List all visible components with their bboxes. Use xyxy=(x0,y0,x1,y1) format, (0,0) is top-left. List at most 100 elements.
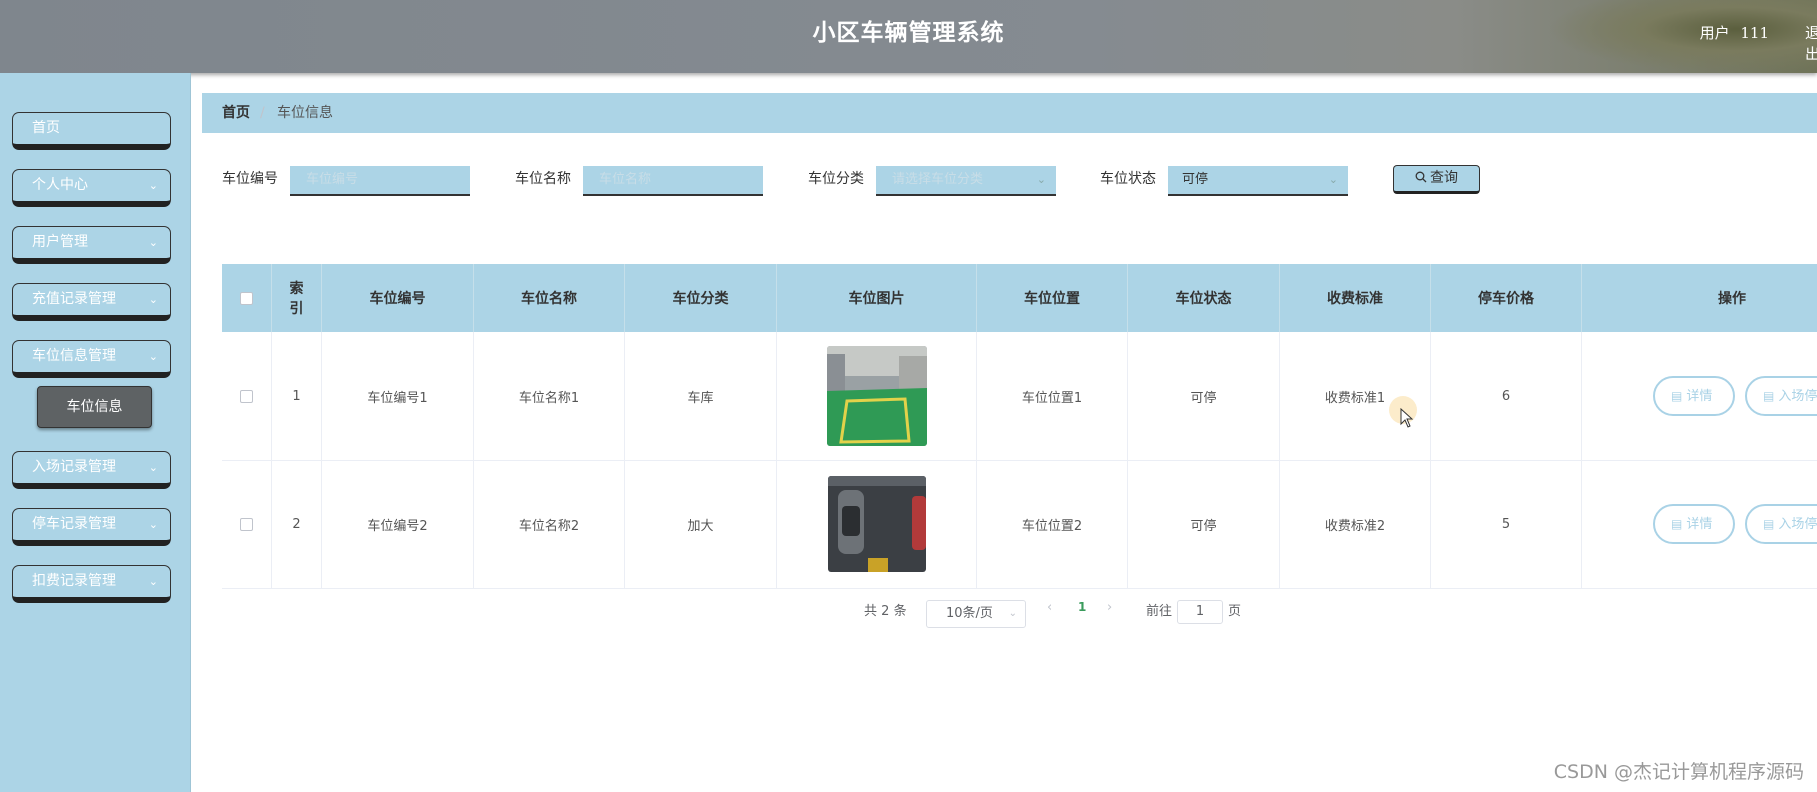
sidebar-item-entry-records[interactable]: 入场记录管理 ⌄ xyxy=(12,451,171,489)
detail-button[interactable]: ▤ 详情 xyxy=(1653,376,1735,416)
document-icon: ▤ xyxy=(1671,389,1683,403)
enter-parking-button-label: 入场停车 xyxy=(1778,389,1817,404)
col-code: 车位编号 xyxy=(322,264,474,332)
row-checkbox[interactable] xyxy=(240,389,253,403)
space-code-label: 车位编号 xyxy=(222,171,278,187)
col-status: 车位状态 xyxy=(1128,264,1280,332)
breadcrumb-home[interactable]: 首页 xyxy=(222,93,250,133)
table-row: 2 车位编号2 车位名称2 加大 车位位置2 可停 收费标准2 5 ▤ 详情 ▤… xyxy=(222,460,1817,589)
breadcrumb-separator: / xyxy=(260,105,265,121)
app-title: 小区车辆管理系统 xyxy=(812,19,1005,46)
enter-parking-button[interactable]: ▤入场停车 xyxy=(1745,504,1817,544)
mouse-cursor-icon xyxy=(1400,408,1414,428)
space-status-select[interactable]: 可停 ⌄ xyxy=(1168,166,1348,196)
cell-name: 车位名称2 xyxy=(474,460,625,588)
cell-image xyxy=(777,460,977,588)
chevron-down-icon: ⌄ xyxy=(148,518,158,531)
space-code-input[interactable]: 车位编号 xyxy=(290,166,470,196)
cell-code: 车位编号2 xyxy=(322,460,474,588)
row-select-cell xyxy=(222,460,272,588)
select-all-checkbox[interactable] xyxy=(240,291,253,305)
cell-index: 2 xyxy=(272,460,322,588)
parking-space-image[interactable] xyxy=(826,346,927,446)
sidebar-item-label: 停车记录管理 xyxy=(32,516,116,532)
cell-category: 加大 xyxy=(625,460,777,588)
row-select-cell xyxy=(222,332,272,460)
cell-index: 1 xyxy=(272,332,322,460)
space-name-input[interactable]: 车位名称 xyxy=(583,166,763,196)
cell-status: 可停 xyxy=(1128,460,1280,588)
col-index: 索引 xyxy=(272,264,322,332)
sidebar-item-label: 用户管理 xyxy=(32,234,88,250)
sidebar-item-label: 入场记录管理 xyxy=(32,459,116,475)
user-name: 111 xyxy=(1740,24,1769,42)
pagination-total-suffix: 条 xyxy=(893,604,907,619)
col-fee: 收费标准 xyxy=(1280,264,1431,332)
cell-location: 车位位置2 xyxy=(977,460,1128,588)
space-status-value: 可停 xyxy=(1182,172,1209,187)
cell-location: 车位位置1 xyxy=(977,332,1128,460)
space-category-label: 车位分类 xyxy=(808,171,864,187)
sidebar-item-label: 首页 xyxy=(32,120,60,136)
col-name: 车位名称 xyxy=(474,264,625,332)
cell-actions: ▤详情 ▤入场停车 xyxy=(1582,332,1817,460)
sidebar-item-space-info-management[interactable]: 车位信息管理 ⌄ xyxy=(12,340,171,378)
cell-category: 车库 xyxy=(625,332,777,460)
pagination-total-prefix: 共 xyxy=(864,604,878,619)
space-category-placeholder: 请选择车位分类 xyxy=(892,172,984,187)
top-header: 小区车辆管理系统 用户 111 退出 xyxy=(0,0,1817,73)
cell-code: 车位编号1 xyxy=(322,332,474,460)
sidebar-item-personal-center[interactable]: 个人中心 ⌄ xyxy=(12,169,171,207)
col-price: 停车价格 xyxy=(1431,264,1582,332)
goto-prefix: 前往 xyxy=(1146,604,1173,619)
col-image: 车位图片 xyxy=(777,264,977,332)
page-number-current[interactable]: 1 xyxy=(1078,600,1086,614)
next-page-icon[interactable]: › xyxy=(1107,600,1112,615)
cell-name: 车位名称1 xyxy=(474,332,625,460)
user-label: 用户 xyxy=(1699,24,1730,42)
detail-button-label: 详情 xyxy=(1686,389,1713,404)
logout-link[interactable]: 退出 xyxy=(1805,22,1817,64)
table-row: 1 车位编号1 车位名称1 车库 车位位置1 可停 收费标准1 6 ▤ 详情 ▤… xyxy=(222,332,1817,461)
chevron-down-icon: ⌄ xyxy=(1008,608,1017,619)
sidebar-item-home[interactable]: 首页 xyxy=(12,112,171,150)
sidebar-item-label: 扣费记录管理 xyxy=(32,573,116,589)
chevron-down-icon: ⌄ xyxy=(148,350,158,363)
cell-status: 可停 xyxy=(1128,332,1280,460)
sidebar-item-label: 个人中心 xyxy=(32,177,88,193)
search-icon xyxy=(1415,171,1427,183)
page-size-select[interactable]: 10条/页 ⌄ xyxy=(926,600,1026,628)
goto-page-input[interactable]: 1 xyxy=(1177,600,1223,624)
breadcrumb-current: 车位信息 xyxy=(277,105,333,121)
enter-parking-button[interactable]: ▤入场停车 xyxy=(1745,376,1817,416)
space-category-select[interactable]: 请选择车位分类 ⌄ xyxy=(876,166,1056,196)
sidebar-item-label: 车位信息管理 xyxy=(32,348,116,364)
sidebar-item-deduction-records[interactable]: 扣费记录管理 ⌄ xyxy=(12,565,171,603)
space-status-label: 车位状态 xyxy=(1100,171,1156,187)
sidebar: 首页 个人中心 ⌄ 用户管理 ⌄ 充值记录管理 ⌄ 车位信息管理 ⌄ 车位信息 … xyxy=(0,73,191,792)
pagination-total-count: 2 xyxy=(881,604,890,619)
chevron-down-icon: ⌄ xyxy=(148,461,158,474)
sidebar-item-recharge-records[interactable]: 充值记录管理 ⌄ xyxy=(12,283,171,321)
cell-price: 5 xyxy=(1431,460,1582,588)
chevron-down-icon: ⌄ xyxy=(148,575,158,588)
document-icon: ▤ xyxy=(1763,517,1775,531)
detail-button[interactable]: ▤ 详情 xyxy=(1653,504,1735,544)
search-button-label: 查询 xyxy=(1430,170,1458,186)
search-button[interactable]: 查询 xyxy=(1393,165,1480,194)
user-info: 用户 111 xyxy=(1700,22,1769,43)
row-checkbox[interactable] xyxy=(240,517,253,531)
parking-space-image[interactable] xyxy=(827,476,926,572)
cell-fee: 收费标准2 xyxy=(1280,460,1431,588)
chevron-down-icon: ⌄ xyxy=(1036,173,1046,186)
cell-image xyxy=(777,332,977,460)
cell-fee: 收费标准1 xyxy=(1280,332,1431,460)
goto-suffix: 页 xyxy=(1228,604,1242,619)
prev-page-icon[interactable]: ‹ xyxy=(1047,600,1052,615)
sidebar-item-parking-records[interactable]: 停车记录管理 ⌄ xyxy=(12,508,171,546)
space-name-label: 车位名称 xyxy=(515,171,571,187)
col-actions: 操作 xyxy=(1718,291,1746,307)
sidebar-item-user-management[interactable]: 用户管理 ⌄ xyxy=(12,226,171,264)
sidebar-subitem-space-info[interactable]: 车位信息 xyxy=(37,386,152,428)
chevron-down-icon: ⌄ xyxy=(1328,173,1338,186)
